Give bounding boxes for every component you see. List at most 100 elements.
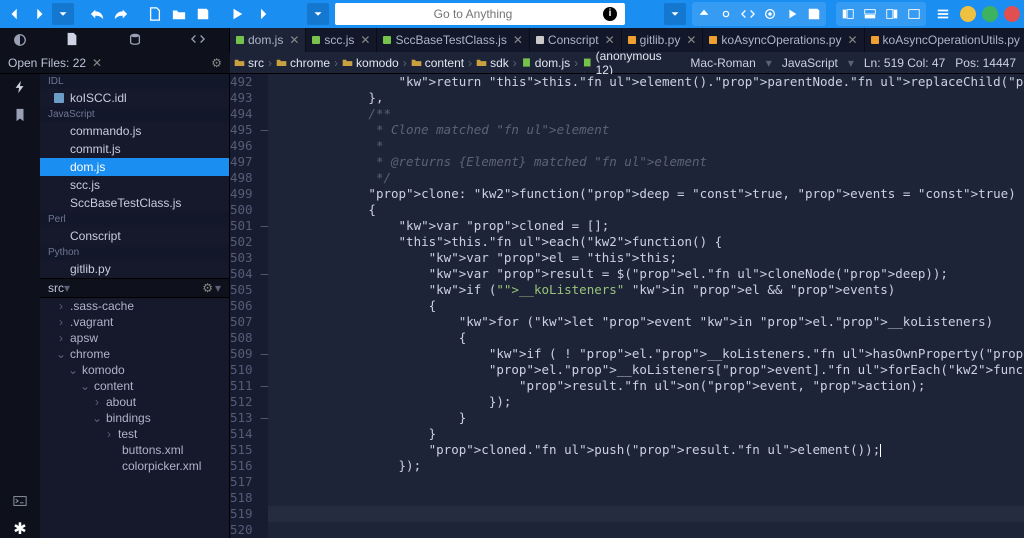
tree-item[interactable]: ⌄komodo xyxy=(40,362,229,378)
open-files-panel: IDLkoISCC.idlJavaScriptcommando.jscommit… xyxy=(40,74,229,278)
fold-gutter[interactable]: —————— xyxy=(261,74,269,538)
panel-database-icon[interactable] xyxy=(128,32,142,49)
misc-dropdown[interactable] xyxy=(664,3,686,25)
tree-item[interactable]: ›.sass-cache xyxy=(40,298,229,314)
breadcrumb-segment[interactable]: sdk xyxy=(476,56,509,70)
rail-star-icon[interactable]: ✱ xyxy=(11,520,29,538)
open-files-section-header: Perl xyxy=(40,212,229,227)
layout-right-icon[interactable] xyxy=(881,3,903,25)
places-root-label[interactable]: src xyxy=(48,281,64,295)
redo-button[interactable] xyxy=(110,3,132,25)
editor-tab[interactable]: SccBaseTestClass.js✕ xyxy=(377,28,529,52)
open-file-item[interactable]: commando.js xyxy=(40,122,229,140)
language-indicator[interactable]: JavaScript xyxy=(782,56,838,70)
buffer-position: Pos: 14447 xyxy=(955,56,1016,70)
tab-close-icon[interactable]: ✕ xyxy=(289,33,299,47)
tool-eye-icon[interactable] xyxy=(715,3,737,25)
line-number-gutter: 4924934944954964974984995005015025035045… xyxy=(230,74,261,538)
editor-tab[interactable]: koAsyncOperations.py✕ xyxy=(703,28,864,52)
open-files-close-icon[interactable]: ✕ xyxy=(92,56,102,70)
tree-item[interactable]: ›test xyxy=(40,426,229,442)
open-file-item[interactable]: koISCC.idl xyxy=(40,89,229,107)
open-files-section-header: IDL xyxy=(40,74,229,89)
rail-terminal-icon[interactable] xyxy=(11,492,29,510)
new-file-button[interactable] xyxy=(144,3,166,25)
info-icon[interactable]: i xyxy=(603,7,617,21)
window-maximize-icon[interactable] xyxy=(982,6,998,22)
open-file-item[interactable]: Conscript xyxy=(40,227,229,245)
open-file-item[interactable]: gitlib.py xyxy=(40,260,229,278)
editor-tab[interactable]: scc.js✕ xyxy=(306,28,377,52)
breadcrumb-segment[interactable]: komodo xyxy=(342,56,399,70)
tree-item[interactable]: ⌄chrome xyxy=(40,346,229,362)
breadcrumb-segment[interactable]: src xyxy=(234,56,264,70)
editor-tab[interactable]: koAsyncOperationUtils.py✕ xyxy=(865,28,1024,52)
layout-detach-icon[interactable] xyxy=(903,3,925,25)
nav-forward-button[interactable] xyxy=(28,3,50,25)
tool-save-icon[interactable] xyxy=(803,3,825,25)
open-file-item[interactable]: commit.js xyxy=(40,140,229,158)
code-area[interactable]: "kw">return "this">this."fn ul">element(… xyxy=(268,74,1024,538)
goto-anything-input[interactable] xyxy=(343,7,603,21)
window-close-icon[interactable] xyxy=(1004,6,1020,22)
main-toolbar: i xyxy=(0,0,1024,28)
debug-step-button[interactable] xyxy=(250,3,272,25)
tree-item[interactable]: ›apsw xyxy=(40,330,229,346)
open-files-header: Open Files: 22 xyxy=(8,56,86,70)
panel-source-icon[interactable] xyxy=(191,32,205,49)
run-target-dropdown[interactable] xyxy=(307,3,329,25)
places-settings-icon[interactable]: ⚙ xyxy=(202,281,213,295)
menu-icon[interactable] xyxy=(932,3,954,25)
window-minimize-icon[interactable] xyxy=(960,6,976,22)
run-button[interactable] xyxy=(226,3,248,25)
breadcrumb-segment[interactable]: chrome xyxy=(276,56,330,70)
tree-item[interactable]: ›about xyxy=(40,394,229,410)
file-tree: ›.sass-cache›.vagrant›apsw⌄chrome⌄komodo… xyxy=(40,298,229,474)
save-button[interactable] xyxy=(192,3,214,25)
breadcrumb-segment[interactable]: dom.js xyxy=(521,56,570,70)
tab-close-icon[interactable]: ✕ xyxy=(847,33,857,47)
panel-files-icon[interactable] xyxy=(65,32,79,49)
sidebar: IDLkoISCC.idlJavaScriptcommando.jscommit… xyxy=(40,74,230,538)
open-files-settings-icon[interactable]: ⚙ xyxy=(211,56,222,70)
layout-left-icon[interactable] xyxy=(837,3,859,25)
open-file-item[interactable]: SccBaseTestClass.js xyxy=(40,194,229,212)
breadcrumb-segment[interactable]: content xyxy=(411,56,464,70)
rail-flash-icon[interactable] xyxy=(11,78,29,96)
nav-history-dropdown[interactable] xyxy=(52,3,74,25)
layout-bottom-icon[interactable] xyxy=(859,3,881,25)
tree-item[interactable]: ⌄content xyxy=(40,378,229,394)
tab-close-icon[interactable]: ✕ xyxy=(513,33,523,47)
tool-play-icon[interactable] xyxy=(781,3,803,25)
tree-item[interactable]: ⌄bindings xyxy=(40,410,229,426)
tool-record-icon[interactable] xyxy=(759,3,781,25)
layout-icon-group xyxy=(836,2,926,26)
undo-button[interactable] xyxy=(86,3,108,25)
nav-back-button[interactable] xyxy=(4,3,26,25)
tab-strip: dom.js✕scc.js✕SccBaseTestClass.js✕Conscr… xyxy=(0,28,1024,52)
open-file-item[interactable]: scc.js xyxy=(40,176,229,194)
tree-item[interactable]: colorpicker.xml xyxy=(40,458,229,474)
goto-anything-searchbox[interactable]: i xyxy=(335,3,625,25)
encoding-indicator[interactable]: Mac-Roman xyxy=(690,56,755,70)
tab-close-icon[interactable]: ✕ xyxy=(605,33,615,47)
breadcrumb-segment[interactable]: (anonymous 12) xyxy=(582,49,678,77)
tab-close-icon[interactable]: ✕ xyxy=(360,33,370,47)
left-icon-rail: ✱ xyxy=(0,74,40,538)
editor-tab[interactable]: dom.js✕ xyxy=(230,28,306,52)
code-editor[interactable]: 4924934944954964974984995005015025035045… xyxy=(230,74,1024,538)
tree-item[interactable]: buttons.xml xyxy=(40,442,229,458)
status-bar: Mac-Roman▾ JavaScript▾ Ln: 519 Col: 47 P… xyxy=(682,52,1024,73)
tool-code-icon[interactable] xyxy=(737,3,759,25)
tool-up-icon[interactable] xyxy=(693,3,715,25)
rail-bookmark-icon[interactable] xyxy=(11,106,29,124)
breadcrumb-strip: Open Files: 22 ✕ ⚙ src›chrome›komodo›con… xyxy=(0,52,1024,74)
open-file-button[interactable] xyxy=(168,3,190,25)
tool-icon-group xyxy=(692,2,826,26)
tree-item[interactable]: ›.vagrant xyxy=(40,314,229,330)
open-files-section-header: Python xyxy=(40,245,229,260)
tab-close-icon[interactable]: ✕ xyxy=(686,33,696,47)
main-area: ✱ IDLkoISCC.idlJavaScriptcommando.jscomm… xyxy=(0,74,1024,538)
places-header: src ▾ ⚙ ▾ xyxy=(40,278,229,298)
open-file-item[interactable]: dom.js xyxy=(40,158,229,176)
